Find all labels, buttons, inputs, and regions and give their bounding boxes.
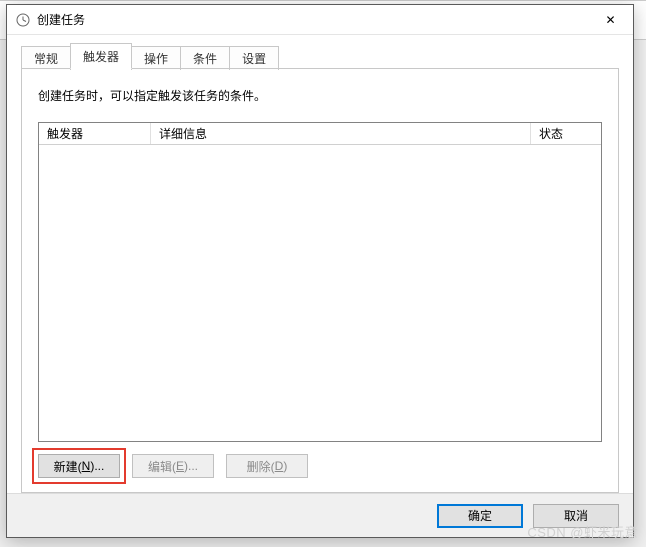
column-label: 状态 — [539, 125, 563, 142]
btn-accel: N — [82, 459, 91, 473]
tab-general[interactable]: 常规 — [21, 46, 71, 70]
btn-accel: E — [176, 459, 184, 473]
btn-accel: D — [275, 459, 284, 473]
titlebar: 创建任务 ✕ — [7, 5, 633, 35]
close-icon: ✕ — [605, 13, 615, 27]
triggers-tabpage: 创建任务时，可以指定触发该任务的条件。 触发器 详细信息 状态 新建(N)...… — [21, 69, 619, 493]
clock-icon — [15, 12, 31, 28]
window-title: 创建任务 — [37, 11, 588, 28]
trigger-button-row: 新建(N)... 编辑(E)... 删除(D) — [38, 454, 602, 478]
tab-actions[interactable]: 操作 — [131, 46, 181, 70]
btn-text: ) — [283, 459, 287, 473]
page-description: 创建任务时，可以指定触发该任务的条件。 — [38, 87, 602, 104]
tab-label: 条件 — [193, 52, 217, 66]
btn-text: 删除( — [247, 458, 275, 475]
tab-settings[interactable]: 设置 — [229, 46, 279, 70]
btn-text: )... — [184, 459, 198, 473]
tab-label: 常规 — [34, 52, 58, 66]
cancel-button[interactable]: 取消 — [533, 504, 619, 528]
listview-header: 触发器 详细信息 状态 — [39, 123, 601, 145]
btn-text: 新建( — [54, 458, 82, 475]
triggers-listview[interactable]: 触发器 详细信息 状态 — [38, 122, 602, 442]
tab-triggers[interactable]: 触发器 — [70, 43, 132, 69]
dialog-body: 常规 触发器 操作 条件 设置 创建任务时，可以指定触发该任务的条件。 触发器 … — [7, 35, 633, 493]
tab-conditions[interactable]: 条件 — [180, 46, 230, 70]
edit-button: 编辑(E)... — [132, 454, 214, 478]
column-label: 触发器 — [47, 125, 83, 142]
tab-label: 设置 — [242, 52, 266, 66]
btn-text: 确定 — [468, 507, 492, 524]
btn-text: 编辑( — [148, 458, 176, 475]
tab-label: 操作 — [144, 52, 168, 66]
btn-text: )... — [90, 459, 104, 473]
tab-label: 触发器 — [83, 50, 119, 64]
column-trigger[interactable]: 触发器 — [39, 123, 151, 144]
column-label: 详细信息 — [159, 125, 207, 142]
delete-button: 删除(D) — [226, 454, 308, 478]
create-task-dialog: 创建任务 ✕ 常规 触发器 操作 条件 设置 创建任务时，可以指定触发该任务的条… — [6, 4, 634, 538]
dialog-footer: 确定 取消 — [7, 493, 633, 537]
btn-text: 取消 — [564, 507, 588, 524]
column-detail[interactable]: 详细信息 — [151, 123, 531, 144]
close-button[interactable]: ✕ — [588, 5, 633, 34]
listview-body[interactable] — [39, 145, 601, 441]
new-button[interactable]: 新建(N)... — [38, 454, 120, 478]
column-state[interactable]: 状态 — [531, 123, 601, 144]
ok-button[interactable]: 确定 — [437, 504, 523, 528]
tab-strip: 常规 触发器 操作 条件 设置 — [21, 45, 619, 69]
